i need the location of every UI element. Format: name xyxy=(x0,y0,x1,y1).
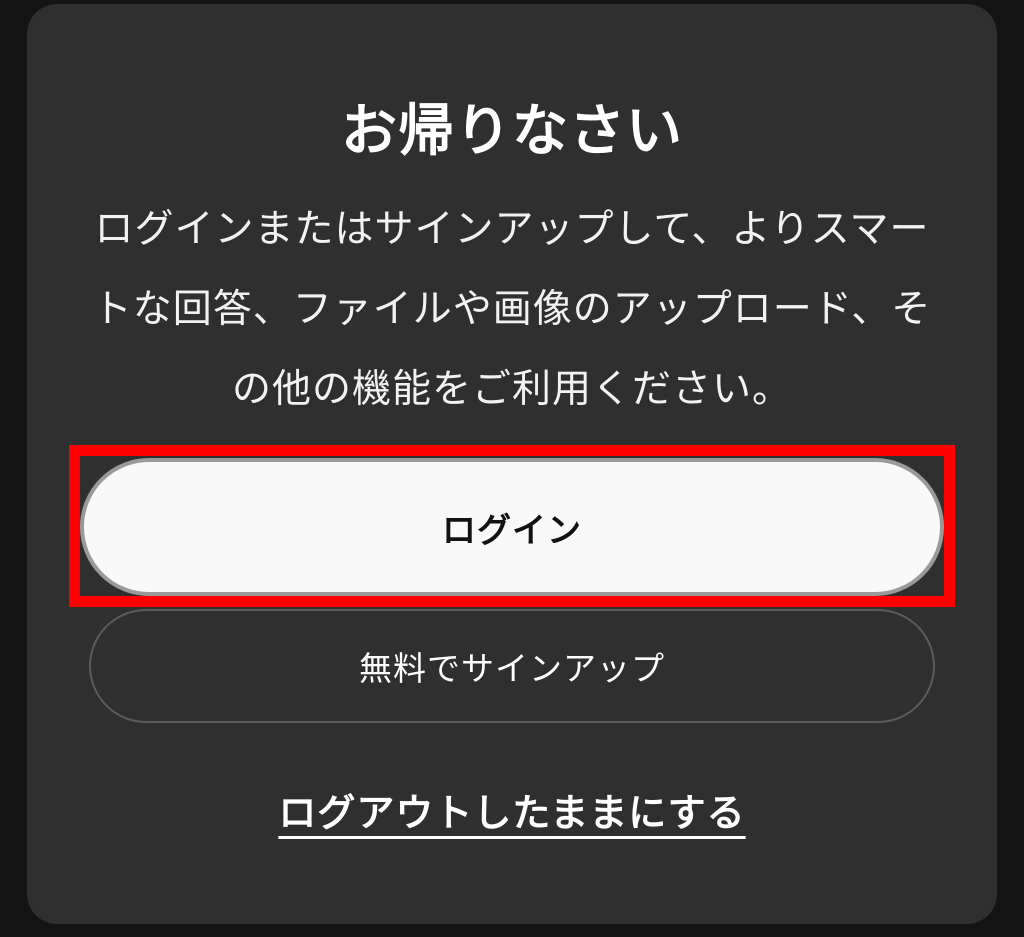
stay-logged-out-link[interactable]: ログアウトしたままにする xyxy=(0,782,1024,837)
login-button-label: ログイン xyxy=(442,510,582,551)
signup-free-button[interactable]: 無料でサインアップ xyxy=(89,609,935,723)
dialog-title: お帰りなさい xyxy=(341,99,683,164)
signup-button-label: 無料でサインアップ xyxy=(359,649,665,688)
dialog-description: ログインまたはサインアップして、よりスマートな回答、ファイルや画像のアップロード… xyxy=(92,207,932,412)
login-button[interactable]: ログイン xyxy=(80,458,944,596)
